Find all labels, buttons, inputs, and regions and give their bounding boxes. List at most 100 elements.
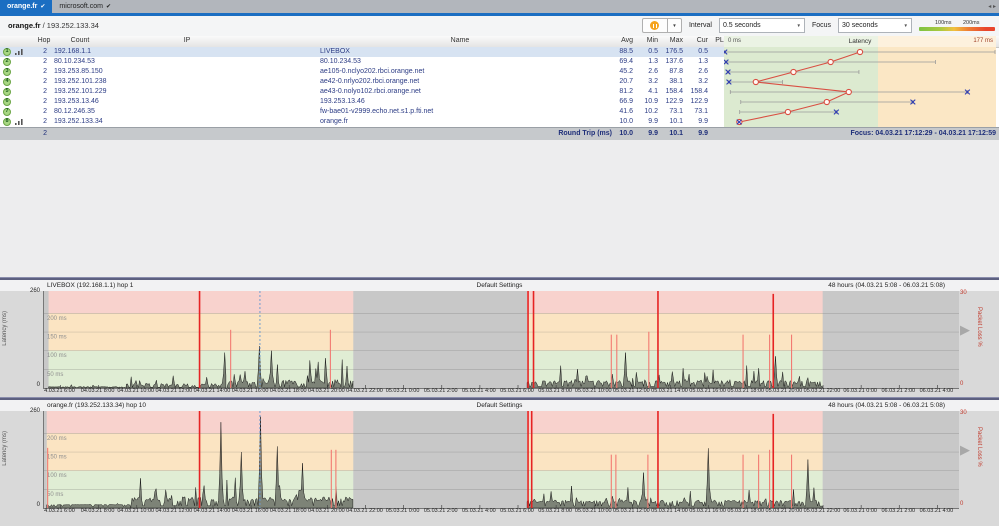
cell-max: 137.6 bbox=[665, 58, 683, 65]
x-tick-label: 06.03.21 4:00 bbox=[919, 388, 954, 394]
x-tick-label: 05.03.21 18:00 bbox=[727, 388, 765, 394]
cell-min: 4.1 bbox=[648, 88, 658, 95]
x-tick-label: 05.03.21 12:00 bbox=[613, 508, 650, 514]
x-tick-label: 05.03.21 2:00 bbox=[423, 508, 458, 514]
interval-select[interactable]: 0.5 seconds ▼ bbox=[718, 18, 805, 33]
x-tick-label: 05.03.21 18:00 bbox=[727, 508, 765, 514]
x-tick-label: 05.03.21 20:00 bbox=[765, 508, 803, 514]
cell-avg: 81.2 bbox=[619, 88, 633, 95]
cell-ip: 193.252.133.34 bbox=[54, 118, 103, 125]
x-tick-label: 04.03.21 10:00 bbox=[117, 508, 155, 514]
cell-count: 2 bbox=[43, 48, 47, 55]
cell-count: 2 bbox=[43, 118, 47, 125]
right-axis-min: 0 bbox=[960, 381, 964, 387]
tab-scroll-arrows[interactable]: ◂ ▸ bbox=[988, 0, 999, 13]
cell-min: 0.5 bbox=[648, 48, 658, 55]
legend-100ms-label: 100ms bbox=[935, 20, 952, 26]
focus-range-text: Focus: 04.03.21 17:12:29 - 04.03.21 17:1… bbox=[850, 130, 996, 137]
col-header-cur[interactable]: Cur bbox=[683, 36, 708, 46]
x-tick-label: 05.03.21 10:00 bbox=[574, 388, 612, 394]
tab-microsoft-com[interactable]: microsoft.com ✔ bbox=[52, 0, 118, 13]
timeline-range-label: 48 hours (04.03.21 5:08 - 06.03.21 5:08) bbox=[828, 402, 945, 409]
cell-cur: 1.3 bbox=[698, 58, 708, 65]
x-tick-label: 04.03.21 18:00 bbox=[269, 508, 307, 514]
x-tick-label: 05.03.21 22:00 bbox=[803, 388, 841, 394]
cell-max: 73.1 bbox=[669, 108, 683, 115]
breadcrumb-host: orange.fr bbox=[8, 21, 41, 30]
pause-dropdown-button[interactable]: ▼ bbox=[667, 18, 682, 33]
cell-cur: 122.9 bbox=[690, 98, 708, 105]
svg-text:150 ms: 150 ms bbox=[47, 455, 67, 461]
timeline-plot[interactable]: 200 ms 150 ms 100 ms 50 ms bbox=[43, 411, 959, 509]
x-axis-labels: 4.03.21 6:00 04.03.21 8:00 04.03.21 10:00 0… bbox=[0, 388, 999, 397]
x-tick-label: 04.03.21 8:00 bbox=[80, 388, 115, 394]
x-tick-label: 04.03.21 18:00 bbox=[269, 388, 307, 394]
x-tick-label: 05.03.21 8:00 bbox=[538, 388, 572, 394]
x-tick-label: 04.03.21 22:00 bbox=[346, 508, 383, 514]
col-header-min[interactable]: Min bbox=[633, 36, 658, 46]
cell-max: 38.1 bbox=[669, 78, 683, 85]
summary-count: 2 bbox=[43, 130, 47, 137]
cell-ip: 192.168.1.1 bbox=[54, 48, 91, 55]
timeline-chart-hop1: Default Settings LIVEBOX (192.168.1.1) ho… bbox=[0, 277, 999, 397]
col-header-name[interactable]: Name bbox=[320, 36, 600, 46]
cell-ip: 193.253.13.46 bbox=[54, 98, 99, 105]
expand-panel-arrow[interactable]: ▶ bbox=[960, 443, 970, 456]
x-tick-label: 4.03.21 6:00 bbox=[44, 508, 75, 514]
svg-text:100 ms: 100 ms bbox=[47, 473, 67, 479]
x-tick-label: 05.03.21 4:00 bbox=[462, 508, 496, 514]
x-tick-label: 06.03.21 0:00 bbox=[843, 388, 877, 394]
x-tick-label: 06.03.21 2:00 bbox=[881, 508, 916, 514]
y-axis-max: 260 bbox=[29, 288, 40, 294]
focus-value: 30 seconds bbox=[842, 22, 878, 29]
pause-button[interactable] bbox=[641, 18, 668, 33]
x-tick-label: 04.03.21 12:00 bbox=[155, 508, 193, 514]
cell-cur: 158.4 bbox=[690, 88, 708, 95]
cell-name: 193.253.13.46 bbox=[320, 98, 365, 105]
cell-avg: 20.7 bbox=[619, 78, 633, 85]
cell-avg: 69.4 bbox=[619, 58, 633, 65]
cell-cur: 3.2 bbox=[698, 78, 708, 85]
legend-gradient-bar bbox=[919, 27, 995, 31]
legend-200ms-label: 200ms bbox=[963, 20, 980, 26]
x-tick-label: 4.03.21 6:00 bbox=[44, 388, 75, 394]
timeline-plot[interactable]: 200 ms 150 ms 100 ms 50 ms bbox=[43, 291, 959, 389]
cell-avg: 10.0 bbox=[619, 118, 633, 125]
hop-number-badge: 6 bbox=[3, 98, 11, 106]
svg-text:150 ms: 150 ms bbox=[47, 335, 67, 341]
check-icon: ✔ bbox=[105, 3, 111, 10]
check-icon: ✔ bbox=[40, 3, 46, 10]
x-tick-label: 05.03.21 8:00 bbox=[538, 508, 572, 514]
expand-panel-arrow[interactable]: ▶ bbox=[960, 323, 970, 336]
hop-number-badge: 8 bbox=[3, 118, 11, 126]
round-trip-row: 2 Round Trip (ms) 10.0 9.9 10.1 9.9 Focu… bbox=[0, 127, 999, 140]
summary-label: Round Trip (ms) bbox=[558, 130, 612, 137]
y-axis-title: Latency (ms) bbox=[2, 311, 8, 346]
cell-name: LIVEBOX bbox=[320, 48, 350, 55]
svg-text:200 ms: 200 ms bbox=[47, 316, 67, 322]
hop-latency-graph[interactable] bbox=[724, 47, 996, 127]
x-tick-label: 04.03.21 12:00 bbox=[155, 388, 193, 394]
cell-min: 2.6 bbox=[648, 68, 658, 75]
cell-count: 2 bbox=[43, 88, 47, 95]
hop-number-badge: 7 bbox=[3, 108, 11, 116]
focus-label: Focus bbox=[811, 22, 831, 29]
cell-count: 2 bbox=[43, 58, 47, 65]
bottom-strip bbox=[0, 520, 999, 526]
summary-min: 9.9 bbox=[648, 130, 658, 137]
focus-select[interactable]: 30 seconds ▼ bbox=[838, 18, 912, 33]
col-header-max[interactable]: Max bbox=[658, 36, 683, 46]
toolbar: orange.fr / 193.252.133.34 ▼ Interval 0.… bbox=[0, 16, 999, 37]
cell-ip: 80.12.246.35 bbox=[54, 108, 95, 115]
cell-count: 2 bbox=[43, 68, 47, 75]
chevron-down-icon: ▼ bbox=[796, 23, 801, 28]
cell-avg: 88.5 bbox=[619, 48, 633, 55]
tab-orange-fr[interactable]: orange.fr ✔ bbox=[0, 0, 53, 13]
timeline-chart-hop10: Default Settings orange.fr (193.252.133.3… bbox=[0, 397, 999, 520]
col-header-ip[interactable]: IP bbox=[54, 36, 320, 46]
col-header-avg[interactable]: Avg bbox=[600, 36, 633, 46]
interval-label: Interval bbox=[688, 22, 712, 29]
cell-max: 87.8 bbox=[669, 68, 683, 75]
svg-text:50 ms: 50 ms bbox=[47, 492, 63, 498]
cell-avg: 41.6 bbox=[619, 108, 633, 115]
